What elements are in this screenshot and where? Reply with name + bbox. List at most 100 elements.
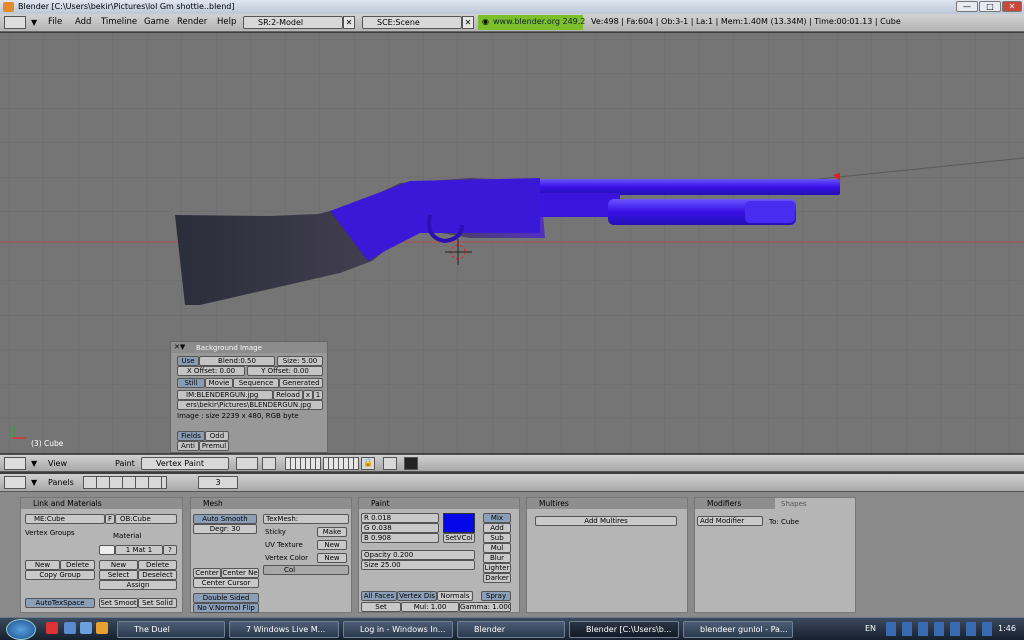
menu-view[interactable]: View <box>48 459 67 468</box>
material-delete-button[interactable]: Delete <box>138 560 177 570</box>
double-sided-toggle[interactable]: Double Sided <box>193 593 259 603</box>
spray-toggle[interactable]: Spray <box>481 591 511 601</box>
collapse-triangle-icon[interactable]: ▼ <box>31 18 37 27</box>
vertex-color-new-button[interactable]: New <box>317 553 347 563</box>
uv-texture-new-button[interactable]: New <box>317 540 347 550</box>
menu-add[interactable]: Add <box>75 17 91 27</box>
texmesh-field[interactable]: TexMesh: <box>263 514 349 524</box>
autotexspace-toggle[interactable]: AutoTexSpace <box>25 598 95 608</box>
modifiers-tab[interactable]: Modifiers <box>695 498 775 509</box>
paint-gamma-field[interactable]: Gamma: 1.000 <box>459 602 511 612</box>
paint-green-slider[interactable]: G 0.038 <box>361 523 439 533</box>
material-new-button[interactable]: New <box>99 560 138 570</box>
bg-blend-slider[interactable]: Blend:0.50 <box>199 356 275 366</box>
render-preview-icon[interactable] <box>383 457 397 470</box>
system-tray-icons[interactable] <box>886 622 996 636</box>
sticky-make-button[interactable]: Make <box>317 527 347 537</box>
paint-mode-mix[interactable]: Mix <box>483 513 511 523</box>
add-modifier-button[interactable]: Add Modifier <box>697 516 763 526</box>
context-tabs[interactable] <box>83 476 167 489</box>
panel-close-icon[interactable]: ✕▼ <box>174 343 185 351</box>
clock[interactable]: 1:46 <box>998 624 1016 633</box>
show-desktop-icon[interactable] <box>64 622 76 634</box>
bg-unlink-button[interactable]: x <box>303 390 313 400</box>
menu-render[interactable]: Render <box>177 17 207 27</box>
bg-premul-toggle[interactable]: Premul <box>199 441 229 451</box>
paint-size-slider[interactable]: Size 25.00 <box>361 560 475 570</box>
switch-windows-icon[interactable] <box>80 622 92 634</box>
no-vnormal-flip-toggle[interactable]: No V.Normal Flip <box>193 603 259 613</box>
taskbar-item-the-duel[interactable]: The Duel <box>117 621 225 638</box>
pivot-icon[interactable] <box>262 457 276 470</box>
bg-tab-generated[interactable]: Generated <box>279 378 323 388</box>
layer-buttons-2[interactable] <box>323 457 359 470</box>
quicklaunch-blender-icon[interactable] <box>96 622 108 634</box>
menu-help[interactable]: Help <box>217 17 236 27</box>
set-vcol-button[interactable]: SetVCol <box>443 533 475 543</box>
start-button[interactable] <box>6 619 36 640</box>
mesh-name-field[interactable]: ME:Cube <box>25 514 105 524</box>
paint-color-swatch[interactable] <box>443 513 475 533</box>
vgroup-delete-button[interactable]: Delete <box>60 560 95 570</box>
set-solid-button[interactable]: Set Solid <box>138 598 177 608</box>
bg-tab-still[interactable]: Still <box>177 378 205 388</box>
menu-panels[interactable]: Panels <box>48 478 74 487</box>
mode-selector[interactable]: Vertex Paint <box>141 457 229 470</box>
editor-type-icon[interactable] <box>4 476 26 489</box>
scene-delete-button[interactable]: ✕ <box>462 16 474 29</box>
fake-user-button[interactable]: F <box>105 514 115 524</box>
bg-fields-toggle[interactable]: Fields <box>177 431 205 441</box>
set-smooth-button[interactable]: Set Smoot <box>99 598 138 608</box>
bg-size-field[interactable]: Size: 5.00 <box>277 356 323 366</box>
material-index-field[interactable]: 1 Mat 1 <box>115 545 163 555</box>
object-name-field[interactable]: OB:Cube <box>115 514 177 524</box>
bg-reload-button[interactable]: Reload <box>273 390 303 400</box>
bg-anti-toggle[interactable]: Anti <box>177 441 199 451</box>
center-cursor-button[interactable]: Center Cursor <box>193 578 259 588</box>
taskbar-item-paint[interactable]: blendeer gunlol - Pa... <box>683 621 793 638</box>
screen-delete-button[interactable]: ✕ <box>343 16 355 29</box>
center-button[interactable]: Center <box>193 568 221 578</box>
render-image-icon[interactable] <box>404 457 418 470</box>
taskbar-item-blender[interactable]: Blender <box>457 621 565 638</box>
menu-paint[interactable]: Paint <box>115 459 135 468</box>
copy-group-button[interactable]: Copy Group <box>25 570 95 580</box>
paint-red-slider[interactable]: R 0.018 <box>361 513 439 523</box>
bg-tab-sequence[interactable]: Sequence <box>233 378 279 388</box>
menu-file[interactable]: File <box>48 17 62 27</box>
material-assign-button[interactable]: Assign <box>99 580 177 590</box>
screen-selector[interactable]: SR:2-Model <box>243 16 343 29</box>
paint-mode-mul[interactable]: Mul <box>483 543 511 553</box>
editor-type-icon[interactable] <box>4 457 26 470</box>
layer-buttons-1[interactable] <box>285 457 321 470</box>
3d-viewport[interactable]: (3) Cube <box>0 33 1024 453</box>
center-new-button[interactable]: Center Ne <box>221 568 259 578</box>
bg-use-toggle[interactable]: Use <box>177 356 199 366</box>
bg-odd-toggle[interactable]: Odd <box>205 431 229 441</box>
paint-mode-darker[interactable]: Darker <box>483 573 511 583</box>
close-button[interactable]: ✕ <box>1002 1 1022 12</box>
language-indicator[interactable]: EN <box>865 624 876 633</box>
bg-image-path[interactable]: ers\bekir\Pictures\BLENDERGUN.jpg <box>177 400 323 410</box>
taskbar-item-login[interactable]: Log in - Windows In... <box>343 621 453 638</box>
minimize-button[interactable]: — <box>956 1 978 12</box>
menu-game[interactable]: Game <box>144 17 169 27</box>
smooth-degree-field[interactable]: Degr: 30 <box>193 524 257 534</box>
maximize-button[interactable]: □ <box>979 1 1001 12</box>
bg-tab-movie[interactable]: Movie <box>205 378 233 388</box>
shapes-tab[interactable]: Shapes <box>781 500 807 508</box>
collapse-triangle-icon[interactable]: ▼ <box>31 459 37 468</box>
material-deselect-button[interactable]: Deselect <box>138 570 177 580</box>
add-multires-button[interactable]: Add Multires <box>535 516 677 526</box>
paint-set-button[interactable]: Set <box>361 602 401 612</box>
auto-smooth-toggle[interactable]: Auto Smooth <box>193 514 257 524</box>
bg-image-selector[interactable]: IM:BLENDERGUN.jpg <box>177 390 273 400</box>
paint-opacity-slider[interactable]: Opacity 0.200 <box>361 550 475 560</box>
scene-selector[interactable]: SCE:Scene <box>362 16 462 29</box>
paint-mul-field[interactable]: Mul: 1.00 <box>401 602 459 612</box>
lock-icon[interactable]: 🔒 <box>361 457 375 470</box>
material-select-button[interactable]: Select <box>99 570 138 580</box>
viewport-canvas[interactable] <box>0 33 1024 453</box>
all-faces-toggle[interactable]: All Faces <box>361 591 397 601</box>
taskbar-item-blender-active[interactable]: Blender [C:\Users\b... <box>569 621 679 638</box>
